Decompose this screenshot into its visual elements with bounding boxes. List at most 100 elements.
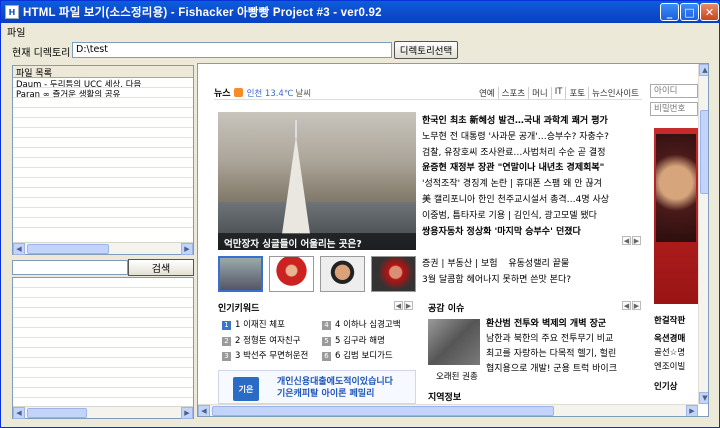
thumbnail[interactable] bbox=[269, 256, 314, 292]
weather-suffix[interactable]: 날씨 bbox=[295, 87, 311, 99]
file-list-item[interactable]: Daum - 두리틈의 UCC 세상, 다음 bbox=[13, 78, 193, 88]
empty-row bbox=[13, 378, 193, 388]
browser-vscroll[interactable]: ▲ ▼ bbox=[698, 64, 708, 404]
tab-entertainment[interactable]: 연예 bbox=[476, 87, 498, 99]
prev-icon[interactable]: ◀ bbox=[394, 301, 403, 310]
tab-news-insight[interactable]: 뉴스인사이트 bbox=[588, 86, 642, 99]
file-list: 파일 목록 Daum - 두리틈의 UCC 세상, 다음 Paran ∞ 즐거운… bbox=[12, 65, 194, 255]
password-input[interactable]: 비밀번호 bbox=[650, 102, 698, 116]
empty-row bbox=[13, 288, 193, 298]
scroll-right-icon[interactable]: ▶ bbox=[181, 407, 193, 419]
tab-money[interactable]: 머니 bbox=[528, 86, 551, 99]
prev-icon[interactable]: ◀ bbox=[622, 236, 631, 245]
issue-item[interactable]: 환산범 전투와 벽제의 개벽 장군 bbox=[486, 317, 646, 332]
next-icon[interactable]: ▶ bbox=[632, 236, 641, 245]
headline-item[interactable]: 한국인 최초 新혜성 발견…국내 과학계 쾌거 평가 bbox=[422, 114, 646, 130]
empty-row bbox=[13, 168, 193, 178]
right-label[interactable]: 골선☆명 bbox=[654, 346, 698, 358]
headline-item[interactable]: 노무현 전 대통령 '사과문 공개'…승부수? 자충수? bbox=[422, 130, 646, 146]
weather-text[interactable]: 인천 13.4℃ bbox=[247, 87, 294, 99]
keyword-item[interactable]: 66 김범 보디가드 bbox=[322, 349, 422, 365]
menu-bar: 파일 bbox=[1, 23, 719, 39]
scroll-thumb[interactable] bbox=[212, 406, 554, 416]
thumbnail[interactable] bbox=[218, 256, 263, 292]
empty-row bbox=[13, 108, 193, 118]
tab-it[interactable]: IT bbox=[550, 86, 566, 99]
region-title: 지역정보 bbox=[428, 393, 462, 403]
scroll-right-icon[interactable]: ▶ bbox=[181, 243, 193, 255]
news-tabs: 연예 스포츠 머니 IT 포토 뉴스인사이트 bbox=[476, 86, 642, 99]
rss-icon[interactable] bbox=[233, 88, 243, 97]
tab-photo[interactable]: 포토 bbox=[565, 86, 588, 99]
keyword-item[interactable]: 44 이하나 심경고백 bbox=[322, 318, 422, 334]
results-hscroll[interactable]: ◀ ▶ bbox=[13, 406, 193, 419]
cat-insurance[interactable]: 보험 bbox=[481, 259, 498, 269]
directory-input[interactable]: D:\test bbox=[72, 42, 392, 58]
browser-hscroll[interactable]: ◀ ▶ bbox=[198, 404, 698, 416]
file-list-header[interactable]: 파일 목록 bbox=[13, 66, 193, 79]
prev-icon[interactable]: ◀ bbox=[622, 301, 631, 310]
rank-badge: 1 bbox=[222, 321, 231, 330]
right-label[interactable]: 엔조이빌 bbox=[654, 360, 698, 372]
keyword-item[interactable]: 33 박선주 무면허운전 bbox=[222, 349, 322, 365]
select-directory-button[interactable]: 디렉토리선택 bbox=[394, 41, 458, 59]
tab-sports[interactable]: 스포츠 bbox=[497, 86, 528, 99]
scroll-left-icon[interactable]: ◀ bbox=[13, 407, 25, 419]
id-input[interactable]: 아이디 bbox=[650, 84, 698, 98]
headline-item[interactable]: 윤증현 재정부 장관 "연말이나 내년초 경제회복" bbox=[422, 161, 646, 177]
issue-item[interactable]: 협지용으로 개발! 군용 트럭 바이크 bbox=[486, 362, 646, 377]
promo-panel[interactable] bbox=[654, 128, 698, 304]
keyword-item[interactable]: 22 정형돈 여자친구 bbox=[222, 334, 322, 350]
cat-realestate[interactable]: 부동산 bbox=[447, 259, 472, 269]
empty-row bbox=[13, 358, 193, 368]
issue-title: 공감 이슈 bbox=[428, 304, 465, 314]
headline-item[interactable]: '성적조작' 경징계 논란 | 휴대폰 스팸 왜 안 끊겨 bbox=[422, 177, 646, 193]
popular-keywords-title: 인기키워드 bbox=[218, 304, 260, 314]
headline-item[interactable]: 검찰, 유장호씨 조사완료…사법처리 수순 곧 결정 bbox=[422, 146, 646, 162]
photo-caption[interactable]: 억만장자 싱글들이 어울리는 곳은? bbox=[218, 233, 416, 250]
headline-item[interactable]: 美 캘리포니아 한인 천주교시설서 총격…4명 사상 bbox=[422, 193, 646, 209]
issue-photo[interactable] bbox=[428, 319, 480, 365]
rank-badge: 4 bbox=[322, 321, 331, 330]
thumbnail[interactable] bbox=[371, 256, 416, 292]
right-label[interactable]: 인기상 bbox=[654, 380, 698, 392]
right-label[interactable]: 한걸작판 bbox=[654, 314, 698, 326]
minimize-button[interactable]: _ bbox=[660, 3, 679, 21]
keyword-item[interactable]: 55 김구라 해명 bbox=[322, 334, 422, 350]
scroll-thumb[interactable] bbox=[27, 408, 87, 418]
scroll-right-icon[interactable]: ▶ bbox=[686, 405, 698, 416]
title-bar[interactable]: H HTML 파일 보기(소스정리용) - Fishacker 아빵빵 Proj… bbox=[1, 1, 719, 23]
keyword-item[interactable]: 11 이재진 체포 bbox=[222, 318, 322, 334]
scroll-left-icon[interactable]: ◀ bbox=[13, 243, 25, 255]
scroll-left-icon[interactable]: ◀ bbox=[198, 405, 210, 416]
headline-item[interactable]: 쌍용자동차 정상화 '마지막 승부수' 던졌다 bbox=[422, 225, 646, 241]
search-button[interactable]: 검색 bbox=[128, 259, 194, 276]
thumbnail[interactable] bbox=[320, 256, 365, 292]
menu-file[interactable]: 파일 bbox=[7, 24, 25, 39]
ad-banner[interactable]: 기은 개인신용대출에도적이있습니다 기은캐피탈 아이론 페밀리 bbox=[218, 370, 416, 404]
next-icon[interactable]: ▶ bbox=[404, 301, 413, 310]
scroll-thumb[interactable] bbox=[27, 244, 109, 254]
cat-headline[interactable]: 유동성랠리 끝물 bbox=[508, 259, 569, 269]
file-list-item[interactable]: Paran ∞ 즐거운 생활의 공유 bbox=[13, 88, 193, 98]
issue-item[interactable]: 남한과 북한의 주요 전투무기 비교 bbox=[486, 332, 646, 347]
right-label[interactable]: 옥션경매 bbox=[654, 332, 698, 344]
news-label[interactable]: 뉴스 bbox=[214, 86, 231, 99]
cat-stocks[interactable]: 증권 bbox=[422, 259, 439, 269]
page-content: 뉴스 인천 13.4℃ 날씨 연예 스포츠 머니 IT 포토 뉴스인사이트 억만… bbox=[210, 64, 642, 404]
window-title: HTML 파일 보기(소스정리용) - Fishacker 아빵빵 Projec… bbox=[23, 7, 382, 19]
scroll-down-icon[interactable]: ▼ bbox=[699, 392, 708, 404]
issue-caption[interactable]: 오래된 권총 bbox=[436, 370, 478, 382]
headline-photo[interactable]: 억만장자 싱글들이 어울리는 곳은? bbox=[218, 112, 416, 250]
headline-item[interactable]: 이중범, 틈타자로 기용 | 김인식, 광고모델 됐다 bbox=[422, 209, 646, 225]
empty-row bbox=[13, 218, 193, 228]
scroll-up-icon[interactable]: ▲ bbox=[699, 64, 708, 76]
issue-item[interactable]: 최고를 자랑하는 다목적 헬기, 헐린 bbox=[486, 347, 646, 362]
next-icon[interactable]: ▶ bbox=[632, 301, 641, 310]
close-button[interactable]: ✕ bbox=[700, 3, 719, 21]
cat-subheadline[interactable]: 3월 달콤함 헤어나지 못하면 쓴맛 본다? bbox=[422, 272, 646, 288]
search-input[interactable] bbox=[12, 260, 128, 275]
file-list-hscroll[interactable]: ◀ ▶ bbox=[13, 242, 193, 255]
scroll-thumb[interactable] bbox=[700, 110, 708, 194]
maximize-button[interactable]: □ bbox=[680, 3, 699, 21]
